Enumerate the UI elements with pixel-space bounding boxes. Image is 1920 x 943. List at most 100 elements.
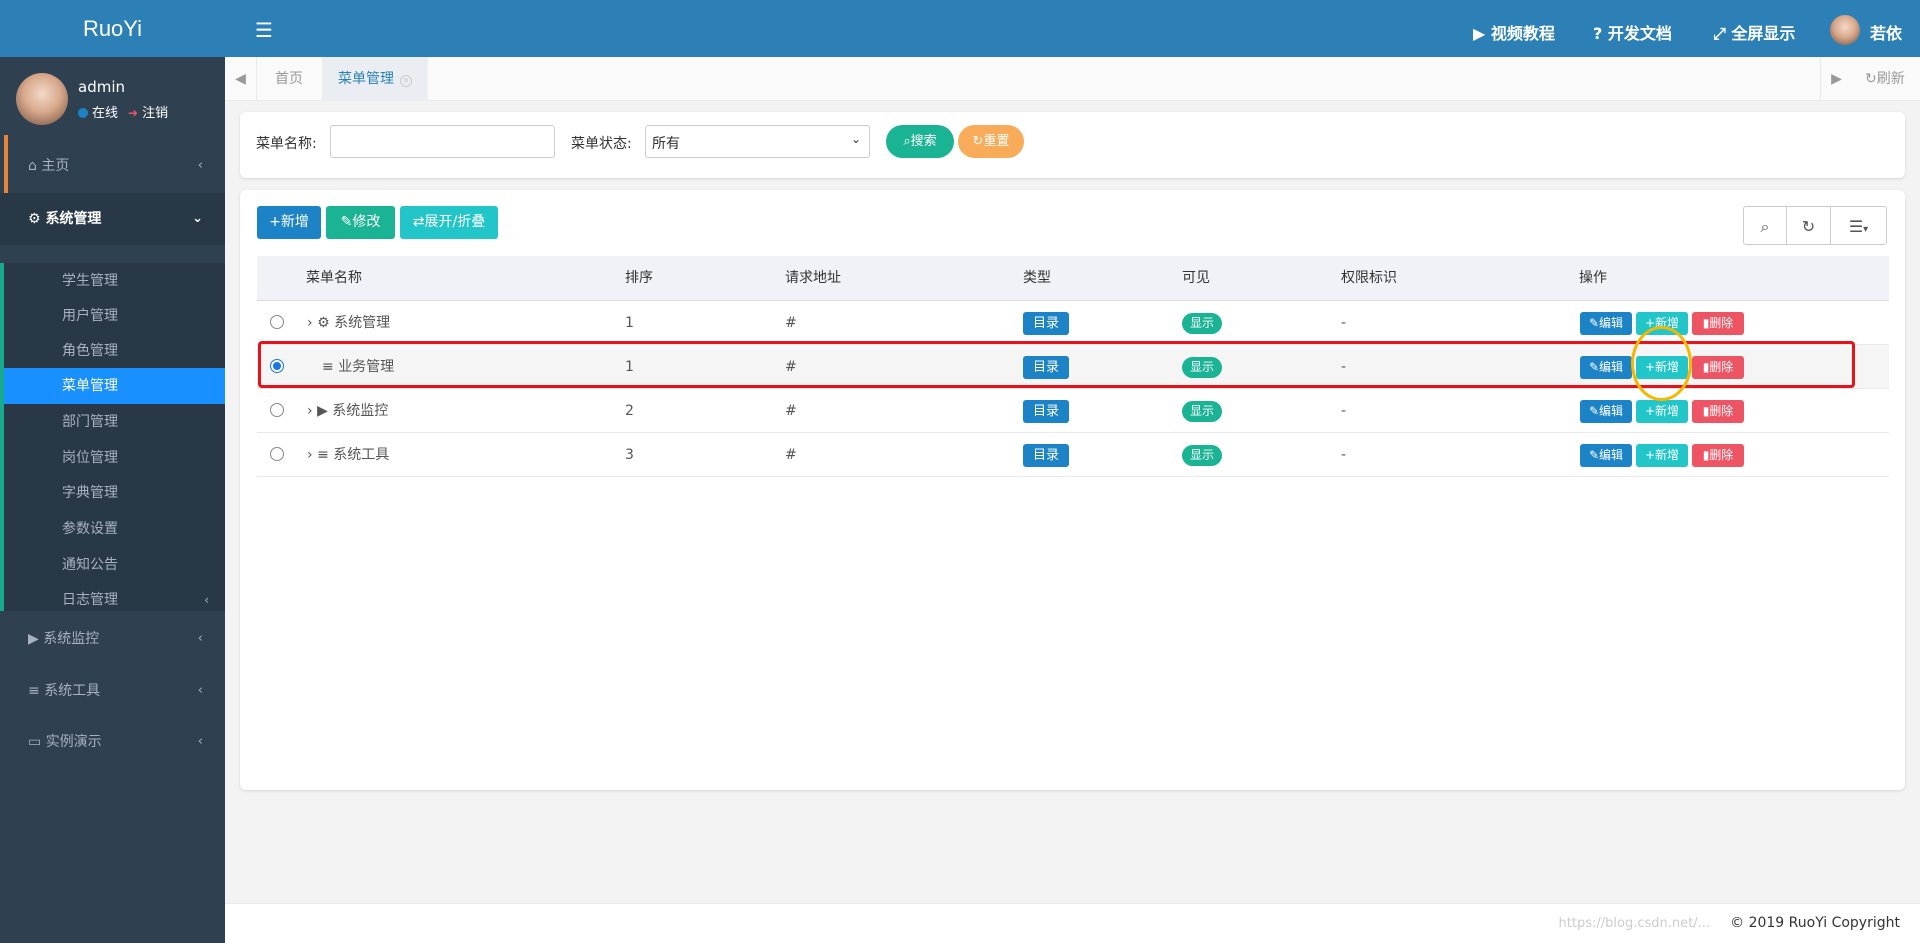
- button-label: 编辑: [1599, 316, 1624, 330]
- sidebar-item-depts[interactable]: 部门管理: [4, 404, 225, 440]
- logout-link[interactable]: 注销: [142, 106, 168, 121]
- row-edit-button[interactable]: ✎编辑: [1580, 400, 1632, 423]
- tab-menu-management[interactable]: 菜单管理 ×: [322, 57, 428, 101]
- columns-toggle[interactable]: ☰▾: [1830, 206, 1887, 245]
- sidebar-item-home[interactable]: ⌂ 主页 ‹: [0, 140, 225, 192]
- row-add-button[interactable]: +新增: [1636, 400, 1688, 423]
- edit-icon: ✎: [340, 214, 353, 230]
- dev-docs-link[interactable]: ? 开发文档: [1593, 20, 1672, 44]
- sidebar-item-notice[interactable]: 通知公告: [4, 547, 225, 583]
- desktop-icon: ▭: [28, 734, 42, 750]
- sidebar-item-tools[interactable]: ≡ 系统工具 ‹: [0, 665, 225, 717]
- button-label: 新增: [1655, 404, 1680, 418]
- row-delete-button[interactable]: ▮删除: [1692, 444, 1744, 467]
- perm-cell: -: [1341, 403, 1347, 419]
- button-label: 编辑: [1599, 448, 1624, 462]
- sidebar-item-roles[interactable]: 角色管理: [4, 333, 225, 369]
- sidebar-item-label: 主页: [41, 158, 70, 174]
- sidebar-item-label: 日志管理: [62, 592, 118, 608]
- gear-icon: ⚙: [28, 211, 41, 227]
- close-icon[interactable]: ×: [400, 75, 412, 87]
- sidebar-item-demo[interactable]: ▭ 实例演示 ‹: [0, 716, 225, 768]
- plus-icon: +: [1644, 448, 1656, 462]
- order-cell: 1: [625, 315, 634, 331]
- menu-toggle-icon[interactable]: ☰: [255, 18, 273, 42]
- column-header-url: 请求地址: [785, 270, 841, 286]
- edit-button[interactable]: ✎修改: [326, 206, 395, 239]
- avatar: [16, 73, 68, 125]
- search-icon: ⌕: [903, 134, 911, 149]
- sidebar-item-posts[interactable]: 岗位管理: [4, 440, 225, 476]
- sidebar-item-dict[interactable]: 字典管理: [4, 475, 225, 511]
- button-label: 新增: [1655, 448, 1680, 462]
- video-tutorial-link[interactable]: ▶ 视频教程: [1473, 20, 1555, 44]
- table-row[interactable]: › ≡ 系统工具 3 # 目录 显示 - ✎编辑 +新增 ▮删除: [257, 433, 1889, 477]
- edit-icon: ✎: [1588, 316, 1600, 330]
- avatar[interactable]: [1830, 15, 1860, 45]
- list-icon: ≡: [317, 447, 329, 463]
- fullscreen-link[interactable]: ⤢ 全屏显示: [1713, 20, 1795, 44]
- row-delete-button[interactable]: ▮删除: [1692, 400, 1744, 423]
- menu-status-label: 菜单状态:: [571, 136, 632, 152]
- sidebar-item-menus[interactable]: 菜单管理: [4, 368, 225, 404]
- table-refresh-button[interactable]: ↻: [1786, 206, 1831, 245]
- list-icon: ☰: [1848, 217, 1864, 236]
- sidebar-item-label: 实例演示: [45, 734, 102, 750]
- row-radio[interactable]: [270, 447, 284, 461]
- refresh-tab-button[interactable]: ↻刷新: [1855, 57, 1915, 101]
- video-icon: ▶: [28, 631, 39, 647]
- table-search-toggle[interactable]: ⌕: [1743, 206, 1787, 245]
- chevron-right-icon[interactable]: ›: [307, 403, 313, 419]
- chevron-right-icon[interactable]: ›: [307, 447, 313, 463]
- fullscreen-icon: ⤢: [1713, 24, 1726, 43]
- chevron-left-icon: ‹: [197, 158, 203, 173]
- menu-name-text: 系统工具: [333, 447, 390, 463]
- select-value: 所有: [652, 136, 680, 152]
- row-edit-button[interactable]: ✎编辑: [1580, 444, 1632, 467]
- add-button[interactable]: +新增: [257, 206, 321, 239]
- button-label: 新增: [280, 214, 309, 230]
- column-header-order: 排序: [625, 270, 653, 286]
- row-delete-button[interactable]: ▮删除: [1692, 312, 1744, 335]
- sidebar: RuoYi admin 在线 ➜ 注销 ⌂ 主页 ‹ ⚙ 系统管理 ⌄ 学生管理 用…: [0, 0, 225, 943]
- menu-status-select[interactable]: 所有 ⌄: [645, 125, 870, 158]
- expand-collapse-button[interactable]: ⇄展开/折叠: [400, 206, 498, 239]
- perm-cell: -: [1341, 447, 1347, 463]
- row-radio[interactable]: [270, 403, 284, 417]
- tab-scroll-left-icon[interactable]: ◀: [225, 57, 257, 101]
- row-edit-button[interactable]: ✎编辑: [1580, 312, 1632, 335]
- video-icon: ▶: [1473, 24, 1486, 43]
- sidebar-item-users[interactable]: 用户管理: [4, 298, 225, 334]
- user-menu-name[interactable]: 若依: [1870, 20, 1902, 44]
- user-panel: admin 在线 ➜ 注销: [0, 57, 225, 135]
- column-header-type: 类型: [1023, 270, 1051, 286]
- sidebar-item-system[interactable]: ⚙ 系统管理 ⌄: [0, 193, 225, 245]
- list-icon: ≡: [28, 683, 40, 699]
- sidebar-item-students[interactable]: 学生管理: [4, 263, 225, 299]
- edit-icon: ✎: [1588, 448, 1600, 462]
- search-button[interactable]: ⌕搜索: [886, 125, 954, 158]
- sidebar-item-config[interactable]: 参数设置: [4, 511, 225, 547]
- sidebar-item-monitor[interactable]: ▶ 系统监控 ‹: [0, 613, 225, 665]
- link-label: 全屏显示: [1731, 24, 1796, 43]
- tab-home[interactable]: 首页: [259, 57, 319, 101]
- menu-name-cell: › ▶ 系统监控: [307, 389, 388, 433]
- row-add-button[interactable]: +新增: [1636, 444, 1688, 467]
- button-label: 展开/折叠: [424, 214, 486, 230]
- button-label: 删除: [1709, 404, 1734, 418]
- reset-button[interactable]: ↻重置: [958, 125, 1024, 158]
- row-radio[interactable]: [270, 315, 284, 329]
- link-label: 视频教程: [1490, 24, 1555, 43]
- tab-scroll-right-icon[interactable]: ▶: [1820, 57, 1852, 101]
- edit-icon: ✎: [1588, 404, 1600, 418]
- type-badge: 目录: [1023, 312, 1069, 335]
- app-logo: RuoYi: [0, 0, 225, 57]
- menu-name-cell: › ⚙ 系统管理: [307, 301, 390, 345]
- question-icon: ?: [1593, 24, 1603, 43]
- logout-icon[interactable]: ➜: [128, 106, 138, 120]
- table-row[interactable]: › ▶ 系统监控 2 # 目录 显示 - ✎编辑 +新增 ▮删除: [257, 389, 1889, 433]
- chevron-right-icon[interactable]: ›: [307, 315, 313, 331]
- user-name: admin: [78, 78, 125, 96]
- menu-name-input[interactable]: [330, 125, 555, 158]
- visible-badge: 显示: [1182, 313, 1222, 334]
